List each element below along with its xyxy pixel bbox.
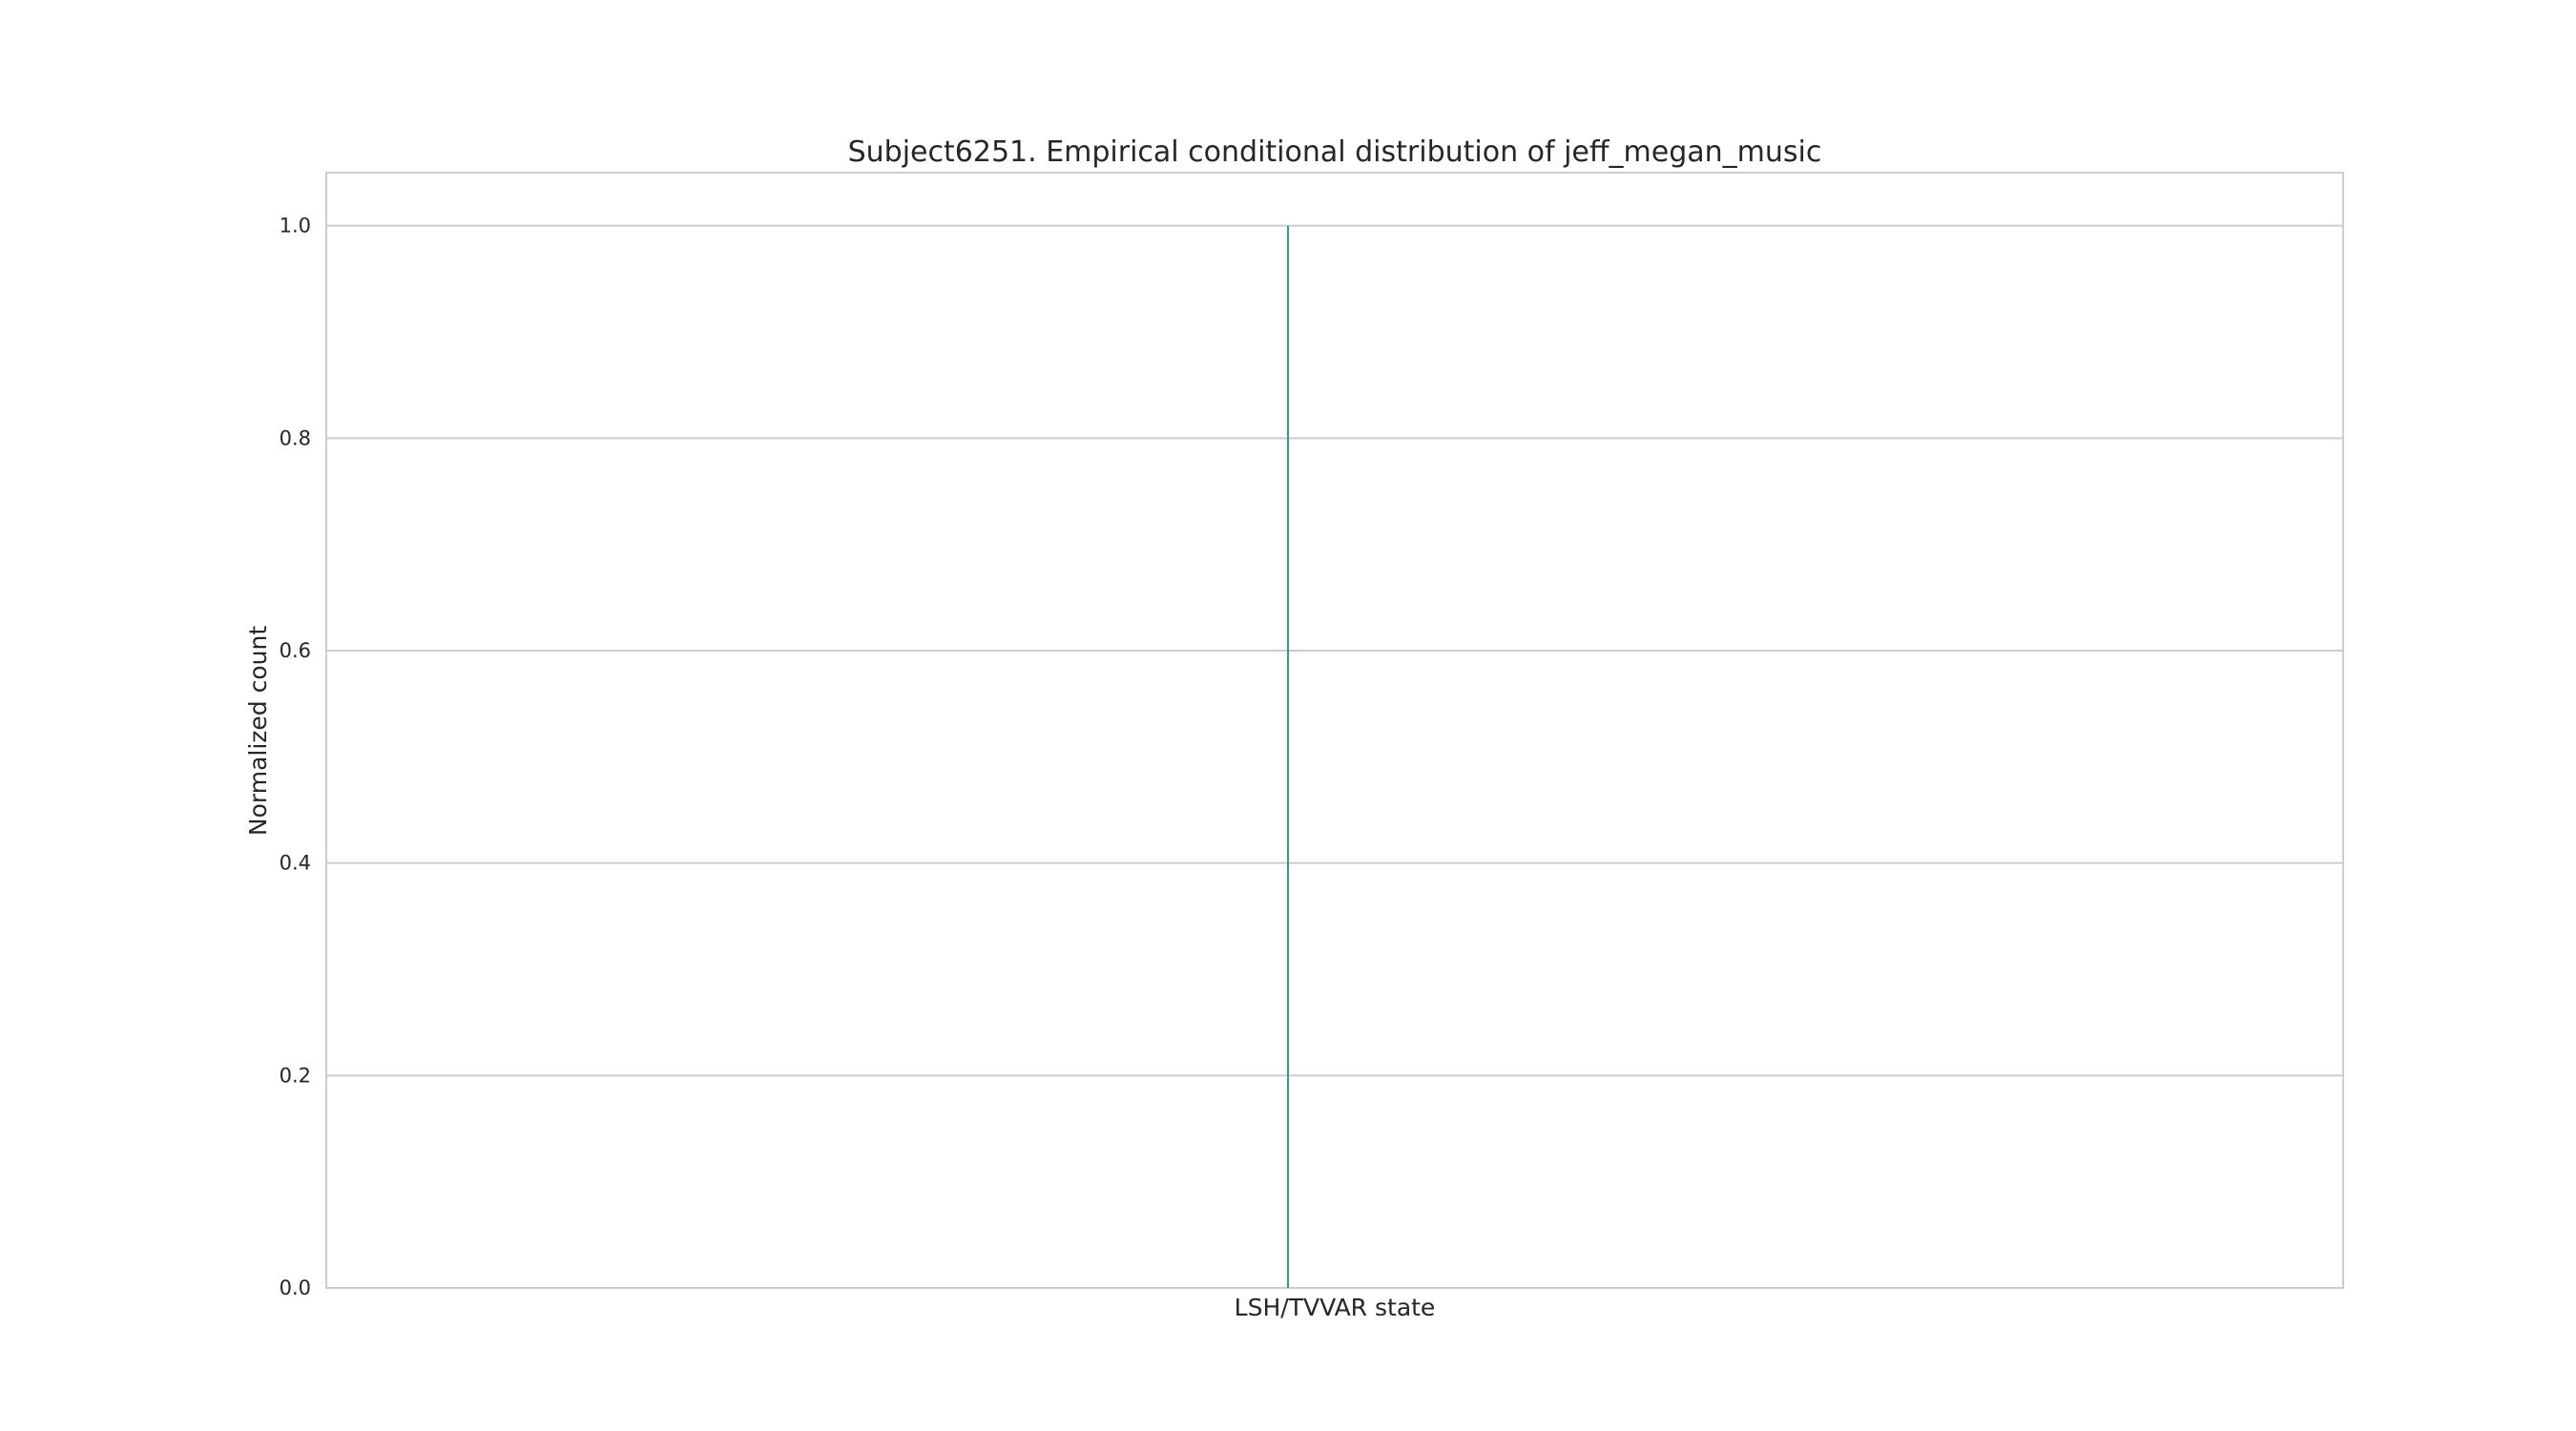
y-tick-label: 0.4 [280, 852, 311, 875]
y-tick-label: 1.0 [280, 215, 311, 238]
chart-title: Subject6251. Empirical conditional distr… [848, 135, 1822, 169]
y-axis-label: Normalized count [244, 626, 272, 836]
y-tick-labels: 0.0 0.2 0.4 0.6 0.8 1.0 [280, 215, 311, 1299]
x-axis-label: LSH/TVVAR state [1235, 1294, 1436, 1321]
y-tick-label: 0.6 [280, 639, 311, 662]
chart: 0.0 0.2 0.4 0.6 0.8 1.0 Subject6251. Empirica… [244, 135, 2344, 1321]
bar [1287, 225, 1289, 1289]
y-tick-label: 0.8 [280, 426, 311, 449]
plot-area [325, 172, 2344, 1289]
y-tick-label: 0.2 [280, 1064, 311, 1087]
grid-lines [326, 224, 2343, 1289]
y-tick-label: 0.0 [280, 1276, 311, 1299]
bars [1287, 225, 1289, 1289]
